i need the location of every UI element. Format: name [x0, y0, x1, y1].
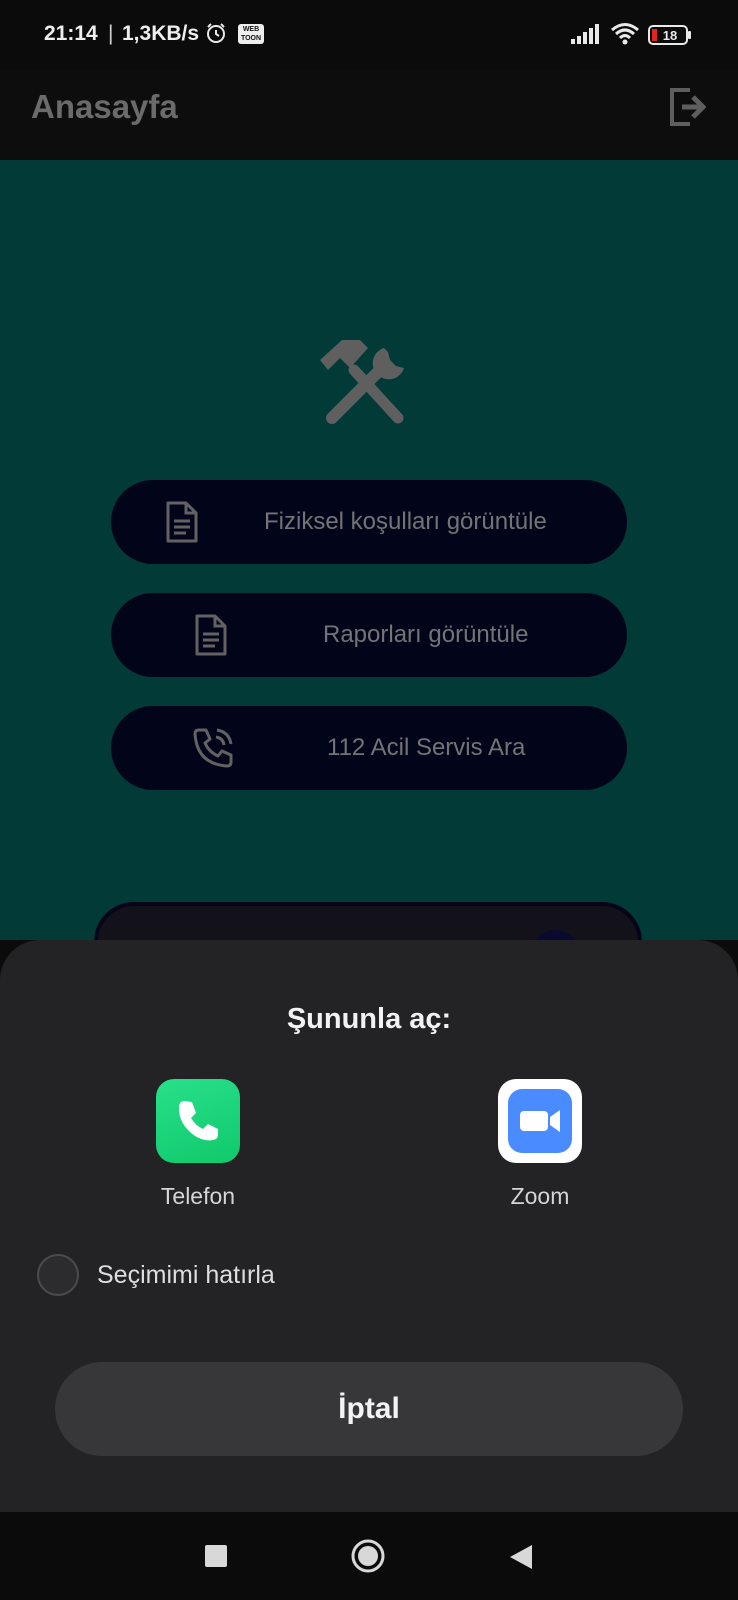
- zoom-app-label[interactable]: Zoom: [460, 1183, 620, 1210]
- zoom-app-icon: [508, 1089, 572, 1153]
- remember-choice-label[interactable]: Seçimimi hatırla: [97, 1261, 275, 1290]
- button-label: Fiziksel koşulları görüntüle: [264, 508, 547, 535]
- home-icon[interactable]: [350, 1538, 386, 1574]
- phone-ringing-icon: [193, 728, 233, 768]
- zoom-app-option[interactable]: [498, 1079, 582, 1163]
- wifi-icon: [611, 23, 639, 45]
- alarm-icon: [207, 23, 225, 43]
- hammer-wrench-icon: [320, 340, 404, 424]
- button-label: 112 Acil Servis Ara: [327, 734, 526, 761]
- status-separator: |: [108, 22, 114, 45]
- phone-app-label[interactable]: Telefon: [118, 1183, 278, 1210]
- recents-icon[interactable]: [205, 1545, 227, 1567]
- back-icon[interactable]: [508, 1543, 534, 1571]
- button-label: Raporları görüntüle: [323, 621, 529, 648]
- status-time: 21:14: [44, 22, 98, 45]
- call-emergency-button[interactable]: 112 Acil Servis Ara: [111, 706, 627, 790]
- cancel-button-label: İptal: [338, 1392, 400, 1425]
- page-title: Anasayfa: [31, 88, 178, 125]
- battery-icon: 18: [648, 25, 691, 45]
- webtoon-icon: WEB TOON: [238, 24, 264, 44]
- sheet-title: Şununla aç:: [286, 1003, 452, 1035]
- view-reports-button[interactable]: Raporları görüntüle: [111, 593, 627, 677]
- network-speed: 1,3KB/s: [122, 22, 200, 45]
- view-physical-conditions-button[interactable]: Fiziksel koşulları görüntüle: [111, 480, 627, 564]
- phone-app-option[interactable]: [156, 1079, 240, 1163]
- phone-app-icon: [178, 1101, 218, 1141]
- signal-icon: [571, 24, 599, 44]
- document-icon: [195, 614, 227, 656]
- remember-choice-radio[interactable]: [37, 1254, 79, 1296]
- logout-icon[interactable]: [668, 86, 706, 128]
- battery-level: 18: [663, 28, 677, 43]
- document-icon: [166, 501, 198, 543]
